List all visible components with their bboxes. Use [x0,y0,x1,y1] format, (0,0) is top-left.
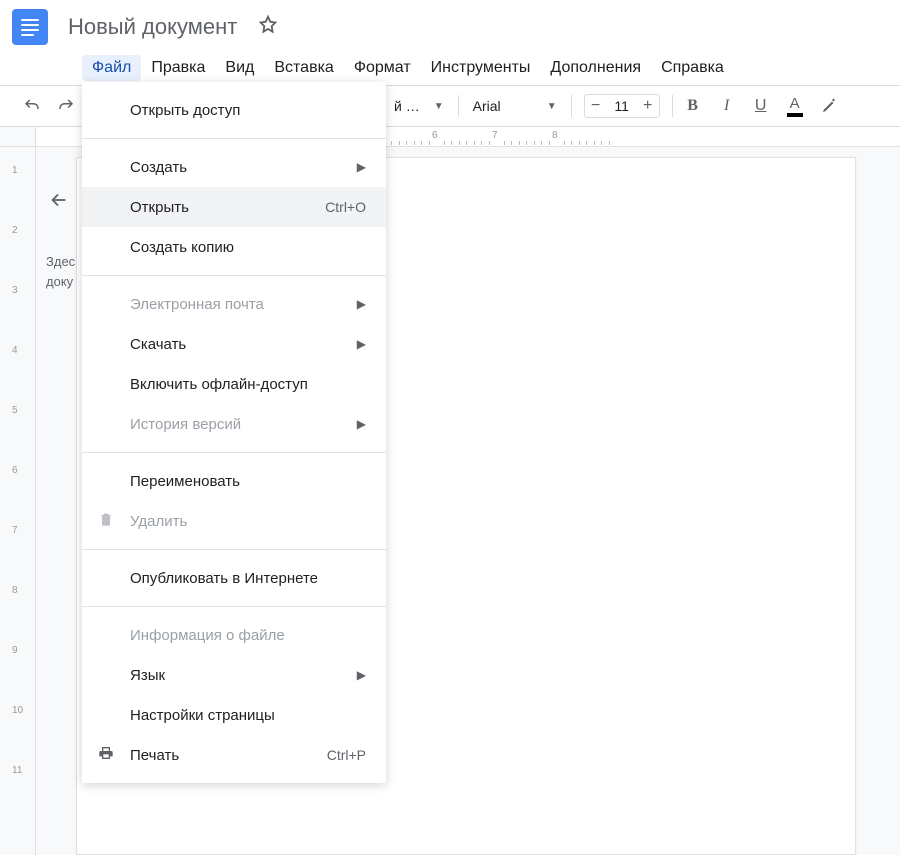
docs-logo-lines [21,16,39,39]
font-family-text: Arial [473,98,501,114]
menu-item-share[interactable]: Открыть доступ [82,90,386,130]
caret-down-icon: ▼ [434,101,444,112]
chevron-right-icon: ▶ [357,337,366,351]
font-size-increase[interactable]: + [637,97,659,115]
vertical-ruler[interactable] [0,147,36,855]
menu-item-publish[interactable]: Опубликовать в Интернете [82,558,386,598]
menu-item-download[interactable]: Скачать ▶ [82,324,386,364]
docs-logo[interactable] [12,9,48,45]
underline-button[interactable]: U [747,92,775,120]
trash-icon [96,511,116,531]
print-icon [96,745,116,765]
menu-tools[interactable]: Инструменты [421,55,541,81]
file-menu-dropdown: Открыть доступ Создать ▶ Открыть Ctrl+O … [82,82,386,783]
menu-item-delete: Удалить [82,501,386,541]
chevron-right-icon: ▶ [357,160,366,174]
caret-down-icon: ▼ [547,101,557,112]
shortcut-label: Ctrl+O [325,199,366,215]
menu-format[interactable]: Формат [344,55,421,81]
menu-addons[interactable]: Дополнения [540,55,651,81]
font-size-decrease[interactable]: − [585,97,607,115]
italic-button[interactable]: I [713,92,741,120]
menu-view[interactable]: Вид [215,55,264,81]
menu-item-email: Электронная почта ▶ [82,284,386,324]
menu-item-open[interactable]: Открыть Ctrl+O [82,187,386,227]
undo-button[interactable] [18,92,46,120]
font-family-dropdown[interactable]: Arial ▼ [465,98,565,114]
menu-item-print[interactable]: Печать Ctrl+P [82,735,386,775]
menu-item-page-setup[interactable]: Настройки страницы [82,695,386,735]
menu-item-offline[interactable]: Включить офлайн-доступ [82,364,386,404]
menubar: Файл Правка Вид Вставка Формат Инструмен… [0,54,900,82]
menu-file[interactable]: Файл [82,55,141,81]
menu-item-rename[interactable]: Переименовать [82,461,386,501]
menu-item-version-history: История версий ▶ [82,404,386,444]
chevron-right-icon: ▶ [357,668,366,682]
text-color-button[interactable]: A [781,92,809,120]
redo-button[interactable] [52,92,80,120]
bold-button[interactable]: B [679,92,707,120]
highlight-button[interactable] [815,92,843,120]
shortcut-label: Ctrl+P [327,747,366,763]
chevron-right-icon: ▶ [357,417,366,431]
app-header: Новый документ [0,0,900,54]
document-title[interactable]: Новый документ [68,14,237,40]
font-size-input[interactable] [607,98,637,114]
paragraph-style-dropdown[interactable]: й … ▼ [386,98,452,114]
paragraph-style-text: й … [394,98,420,114]
star-icon[interactable] [257,14,279,41]
outline-back-arrow[interactable] [48,189,70,216]
menu-edit[interactable]: Правка [141,55,215,81]
menu-item-language[interactable]: Язык ▶ [82,655,386,695]
font-size-control: − + [584,94,660,118]
menu-insert[interactable]: Вставка [264,55,343,81]
menu-help[interactable]: Справка [651,55,734,81]
menu-item-file-info: Информация о файле [82,615,386,655]
menu-item-new[interactable]: Создать ▶ [82,147,386,187]
chevron-right-icon: ▶ [357,297,366,311]
menu-item-make-copy[interactable]: Создать копию [82,227,386,267]
